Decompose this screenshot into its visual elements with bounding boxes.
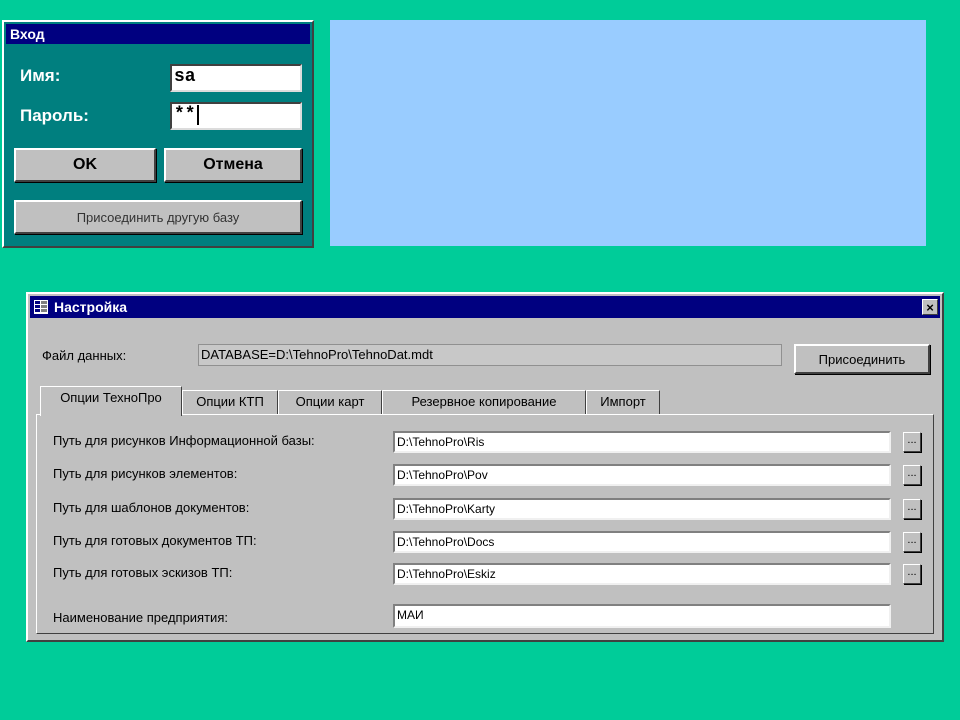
tab-tehnopro-options[interactable]: Опции ТехноПро: [40, 386, 182, 416]
path-field[interactable]: D:\TehnoPro\Ris: [393, 431, 891, 453]
tab-ktp-options[interactable]: Опции КТП: [182, 390, 278, 414]
browse-button[interactable]: ...: [903, 564, 921, 584]
browse-button[interactable]: ...: [903, 532, 921, 552]
path-label: Путь для рисунков Информационной базы:: [53, 433, 315, 448]
path-label: Путь для готовых эскизов ТП:: [53, 565, 233, 580]
login-dialog: Вход Имя: sa Пароль: **​ OK Отмена Присо…: [2, 20, 314, 248]
company-name-field[interactable]: МАИ: [393, 604, 891, 628]
path-label: Путь для шаблонов документов:: [53, 500, 250, 515]
username-label: Имя:: [20, 66, 61, 85]
cancel-button[interactable]: Отмена: [164, 148, 302, 182]
password-label: Пароль:: [20, 106, 89, 125]
tab-panel: Путь для рисунков Информационной базы: D…: [36, 414, 934, 634]
settings-titlebar: Настройка ×: [30, 296, 940, 318]
tab-backup[interactable]: Резервное копирование: [382, 390, 586, 414]
path-field[interactable]: D:\TehnoPro\Karty: [393, 498, 891, 520]
path-label: Путь для готовых документов ТП:: [53, 533, 257, 548]
form-icon: [34, 300, 48, 314]
password-mask: **: [174, 105, 196, 125]
path-field[interactable]: D:\TehnoPro\Pov: [393, 464, 891, 486]
company-name-label: Наименование предприятия:: [53, 610, 228, 625]
browse-button[interactable]: ...: [903, 465, 921, 485]
password-input[interactable]: **​: [170, 102, 302, 130]
data-file-field: DATABASE=D:\TehnoPro\TehnoDat.mdt: [198, 344, 782, 366]
tab-card-options[interactable]: Опции карт: [278, 390, 382, 414]
tab-import[interactable]: Импорт: [586, 390, 660, 414]
path-label: Путь для рисунков элементов:: [53, 466, 238, 481]
login-title: Вход: [6, 24, 310, 44]
browse-button[interactable]: ...: [903, 432, 921, 452]
path-field[interactable]: D:\TehnoPro\Eskiz: [393, 563, 891, 585]
browse-button[interactable]: ...: [903, 499, 921, 519]
data-file-label: Файл данных:: [42, 348, 127, 363]
text-cursor: ​: [196, 105, 199, 125]
close-icon[interactable]: ×: [922, 299, 938, 315]
path-field[interactable]: D:\TehnoPro\Docs: [393, 531, 891, 553]
attach-button[interactable]: Присоединить: [794, 344, 930, 374]
blank-panel: [330, 20, 926, 246]
username-input[interactable]: sa: [170, 64, 302, 92]
settings-dialog: Настройка × Файл данных: DATABASE=D:\Teh…: [26, 292, 944, 642]
attach-other-db-button[interactable]: Присоединить другую базу: [14, 200, 302, 234]
ok-button[interactable]: OK: [14, 148, 156, 182]
settings-title: Настройка: [54, 299, 128, 315]
